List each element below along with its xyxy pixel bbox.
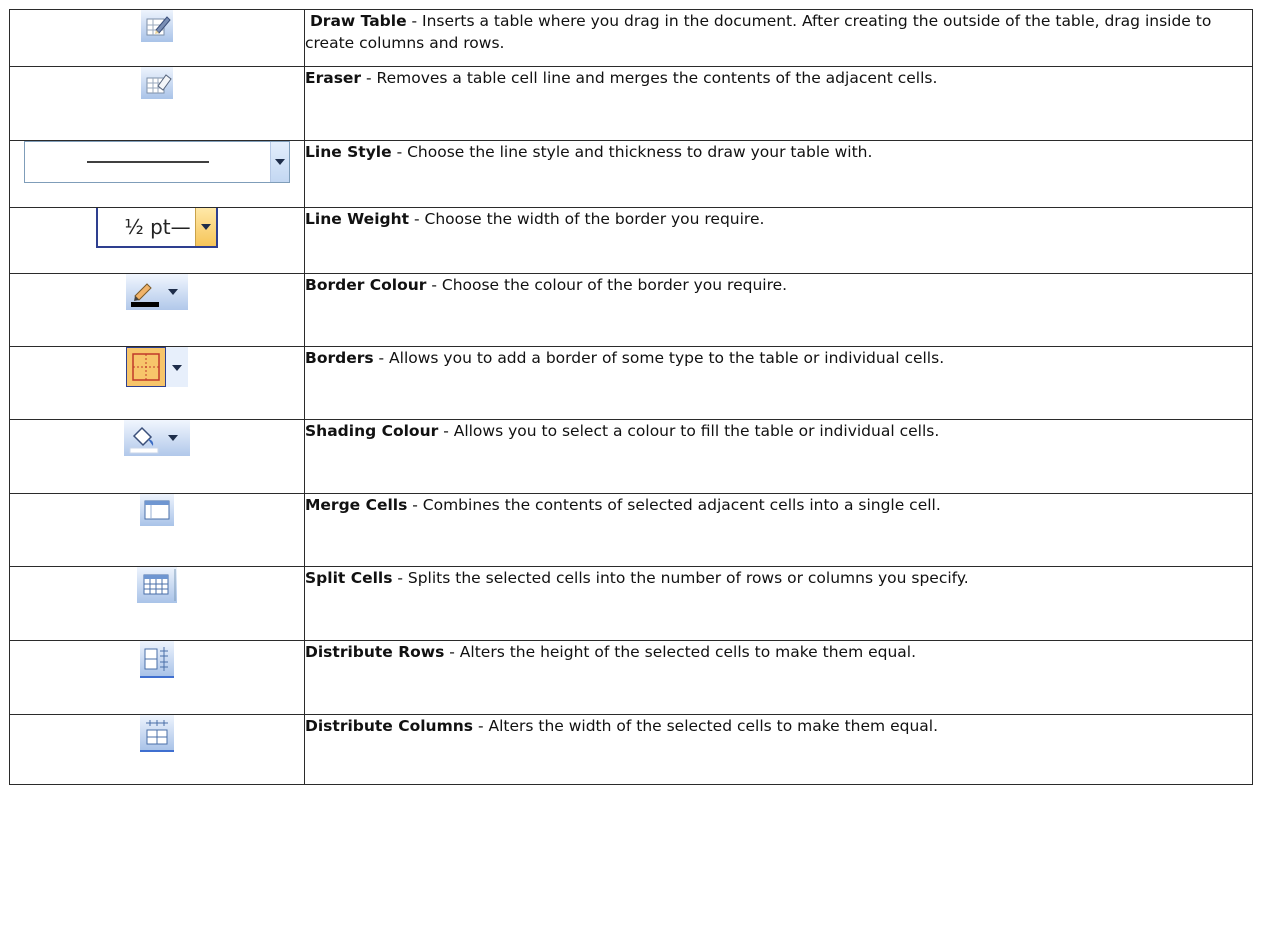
table-row: Eraser - Removes a table cell line and m… <box>9 66 1253 141</box>
tool-description: - Combines the contents of selected adja… <box>407 496 941 514</box>
draw-table-icon[interactable] <box>141 10 173 42</box>
line-weight-value: ½ pt— <box>124 215 191 239</box>
icon-cell <box>9 493 305 567</box>
table-row: ½ pt— Line Weight - Choose the width of … <box>9 207 1253 274</box>
table-row: Border Colour - Choose the colour of the… <box>9 273 1253 347</box>
description-cell: Distribute Rows - Alters the height of t… <box>304 640 1253 715</box>
distribute-rows-icon[interactable] <box>140 641 174 679</box>
tool-description: - Removes a table cell line and merges t… <box>361 69 938 87</box>
table-row: Draw Table - Inserts a table where you d… <box>9 9 1253 67</box>
tool-name: Split Cells <box>305 569 393 587</box>
tool-description: - Alters the width of the selected cells… <box>473 717 939 735</box>
description-cell: Line Weight - Choose the width of the bo… <box>304 207 1253 274</box>
table-row: Distribute Rows - Alters the height of t… <box>9 640 1253 715</box>
line-weight-dropdown[interactable]: ½ pt— <box>96 208 218 248</box>
description-cell: Distribute Columns - Alters the width of… <box>304 714 1253 785</box>
tool-description: - Allows you to select a colour to fill … <box>438 422 940 440</box>
table-row: Line Style - Choose the line style and t… <box>9 140 1253 208</box>
eraser-icon[interactable] <box>141 67 173 99</box>
icon-cell <box>9 66 305 141</box>
border-colour-icon[interactable] <box>126 274 188 310</box>
tool-name: Border Colour <box>305 276 427 294</box>
tool-name: Borders <box>305 349 374 367</box>
distribute-columns-icon[interactable] <box>140 715 174 753</box>
description-cell: Merge Cells - Combines the contents of s… <box>304 493 1253 567</box>
table-row: Borders - Allows you to add a border of … <box>9 346 1253 420</box>
tool-name: Merge Cells <box>305 496 408 514</box>
description-cell: Draw Table - Inserts a table where you d… <box>304 9 1253 67</box>
chevron-down-icon[interactable] <box>270 142 289 182</box>
description-cell: Shading Colour - Allows you to select a … <box>304 419 1253 494</box>
table-tools-reference-table: Draw Table - Inserts a table where you d… <box>9 9 1253 785</box>
tool-description: - Inserts a table where you drag in the … <box>305 12 1212 52</box>
icon-cell <box>9 140 305 208</box>
borders-icon[interactable] <box>125 346 188 388</box>
tool-description: - Choose the width of the border you req… <box>409 210 765 228</box>
table-row: Shading Colour - Allows you to select a … <box>9 419 1253 494</box>
chevron-down-icon[interactable] <box>194 208 216 246</box>
split-cells-icon[interactable] <box>137 567 177 603</box>
icon-cell <box>9 714 305 785</box>
description-cell: Eraser - Removes a table cell line and m… <box>304 66 1253 141</box>
icon-cell <box>9 419 305 494</box>
tool-name: Distribute Columns <box>305 717 474 735</box>
table-row: Merge Cells - Combines the contents of s… <box>9 493 1253 567</box>
line-style-dropdown[interactable] <box>24 141 290 183</box>
tool-description: - Allows you to add a border of some typ… <box>373 349 945 367</box>
tool-name: Distribute Rows <box>305 643 445 661</box>
tool-name: Line Style <box>305 143 392 161</box>
tool-description: - Alters the height of the selected cell… <box>444 643 917 661</box>
icon-cell: ½ pt— <box>9 207 305 274</box>
description-cell: Split Cells - Splits the selected cells … <box>304 566 1253 641</box>
tool-name: Line Weight <box>305 210 410 228</box>
merge-cells-icon[interactable] <box>140 494 174 526</box>
icon-cell <box>9 566 305 641</box>
tool-name: Shading Colour <box>305 422 439 440</box>
icon-cell <box>9 9 305 67</box>
icon-cell <box>9 640 305 715</box>
tool-name: Draw Table <box>309 12 407 30</box>
description-cell: Border Colour - Choose the colour of the… <box>304 273 1253 347</box>
tool-description: - Splits the selected cells into the num… <box>392 569 969 587</box>
tool-description: - Choose the line style and thickness to… <box>391 143 873 161</box>
table-row: Split Cells - Splits the selected cells … <box>9 566 1253 641</box>
shading-colour-icon[interactable] <box>124 420 190 456</box>
icon-cell <box>9 346 305 420</box>
tool-name: Eraser <box>305 69 362 87</box>
description-cell: Line Style - Choose the line style and t… <box>304 140 1253 208</box>
icon-cell <box>9 273 305 347</box>
tool-description: - Choose the colour of the border you re… <box>426 276 788 294</box>
description-cell: Borders - Allows you to add a border of … <box>304 346 1253 420</box>
table-row: Distribute Columns - Alters the width of… <box>9 714 1253 785</box>
line-style-preview <box>25 142 270 182</box>
